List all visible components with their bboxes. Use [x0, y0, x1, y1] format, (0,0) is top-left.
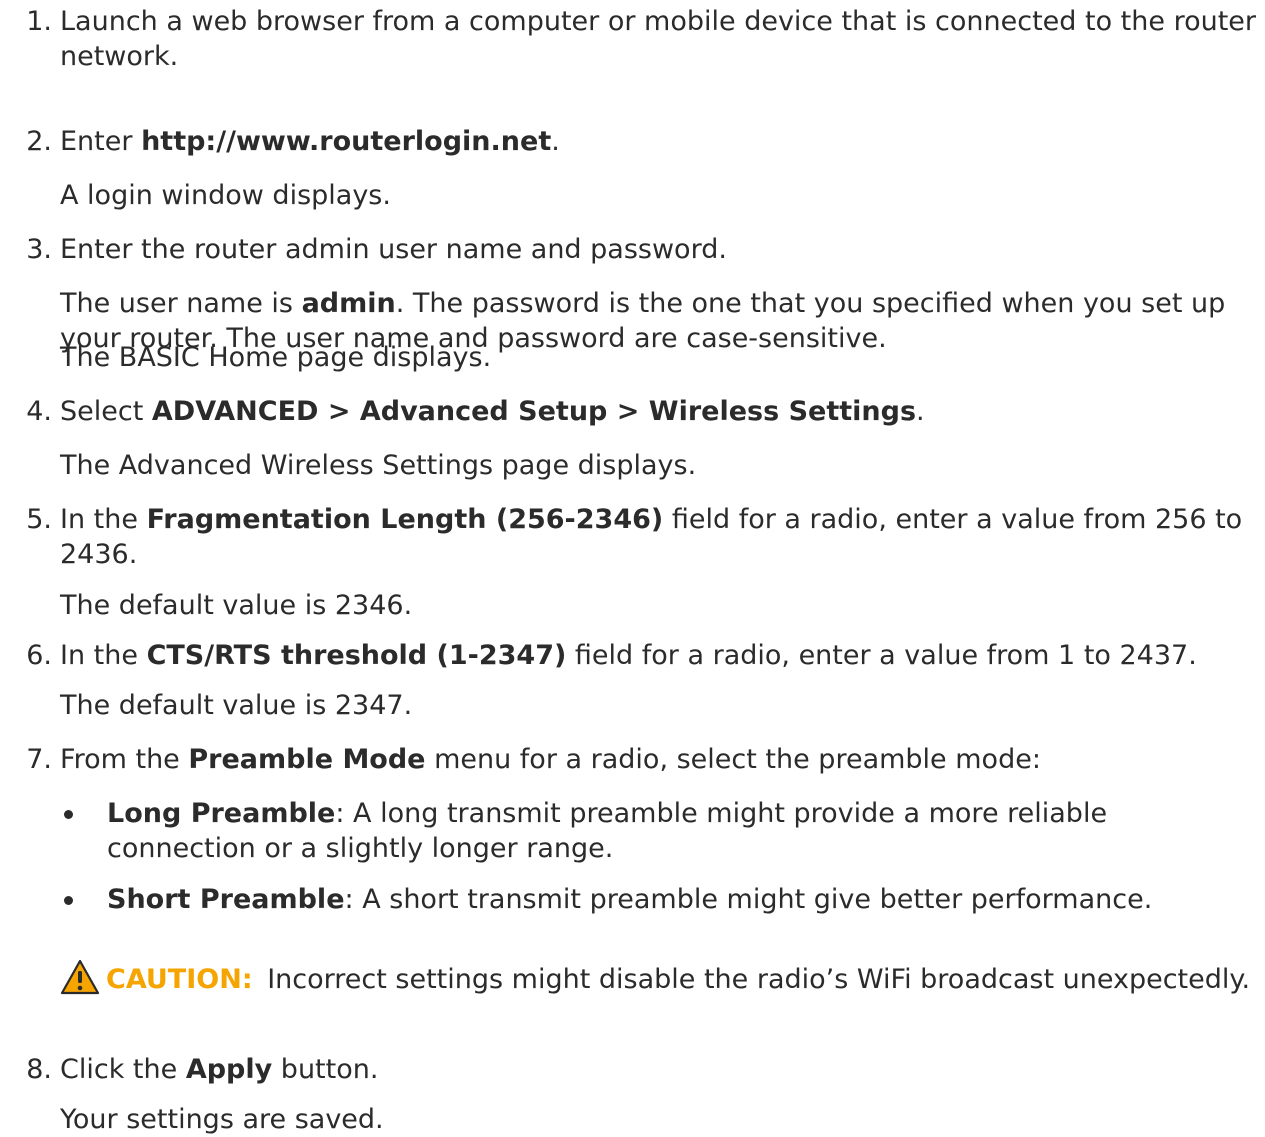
field-name: CTS/RTS threshold (1-2347) [146, 640, 567, 671]
menu-path: ADVANCED > Advanced Setup > Wireless Set… [151, 396, 917, 427]
step-4-result: The Advanced Wireless Settings page disp… [60, 450, 697, 481]
step-1: 1. Launch a web browser from a computer … [0, 4, 1260, 74]
step-text: Enter http://www.routerlogin.net. [60, 126, 560, 157]
step-text: Enter the router admin user name and pas… [60, 234, 727, 265]
step-text: From the Preamble Mode menu for a radio,… [60, 744, 1041, 775]
field-name: Fragmentation Length (256-2346) [146, 504, 664, 535]
menu-name: Preamble Mode [188, 744, 426, 775]
step-6-result: The default value is 2347. [60, 690, 413, 721]
step-text: Select ADVANCED > Advanced Setup > Wirel… [60, 396, 925, 427]
bullet-short-preamble: Short Preamble: A short transmit preambl… [64, 884, 1153, 915]
caution-text: Incorrect settings might disable the rad… [258, 964, 1251, 995]
step-number: 5. [26, 504, 52, 535]
caution-note: CAUTION: Incorrect settings might disabl… [60, 959, 1255, 997]
step-2: 2. Enter http://www.routerlogin.net. [0, 124, 1260, 159]
step-number: 1. [26, 6, 52, 37]
step-number: 8. [26, 1054, 52, 1085]
step-7: 7. From the Preamble Mode menu for a rad… [0, 742, 1260, 777]
step-text: Launch a web browser from a computer or … [60, 6, 1257, 72]
bullet-long-preamble: Long Preamble: A long transmit preamble … [64, 798, 1108, 864]
step-number: 7. [26, 744, 52, 775]
button-name: Apply [185, 1054, 273, 1085]
step-2-result: A login window displays. [60, 180, 391, 211]
step-3: 3. Enter the router admin user name and … [0, 232, 1260, 267]
step-4: 4. Select ADVANCED > Advanced Setup > Wi… [0, 394, 1260, 429]
warning-triangle-icon [60, 959, 100, 995]
step-number: 4. [26, 396, 52, 427]
step-8: 8. Click the Apply button. [0, 1052, 1260, 1087]
step-6: 6. In the CTS/RTS threshold (1-2347) fie… [0, 638, 1260, 673]
step-number: 2. [26, 126, 52, 157]
step-text: In the Fragmentation Length (256-2346) f… [60, 504, 1243, 570]
step-text: Click the Apply button. [60, 1054, 379, 1085]
step-text: In the CTS/RTS threshold (1-2347) field … [60, 640, 1197, 671]
step-8-result: Your settings are saved. [60, 1104, 384, 1135]
step-5: 5. In the Fragmentation Length (256-2346… [0, 502, 1260, 572]
url-text: http://www.routerlogin.net [141, 126, 552, 157]
instruction-page: 1. Launch a web browser from a computer … [0, 0, 1265, 1136]
step-5-result: The default value is 2346. [60, 590, 413, 621]
step-number: 3. [26, 234, 52, 265]
caution-label: CAUTION: [106, 964, 253, 995]
step-number: 6. [26, 640, 52, 671]
step-3-result: The BASIC Home page displays. [60, 342, 492, 373]
